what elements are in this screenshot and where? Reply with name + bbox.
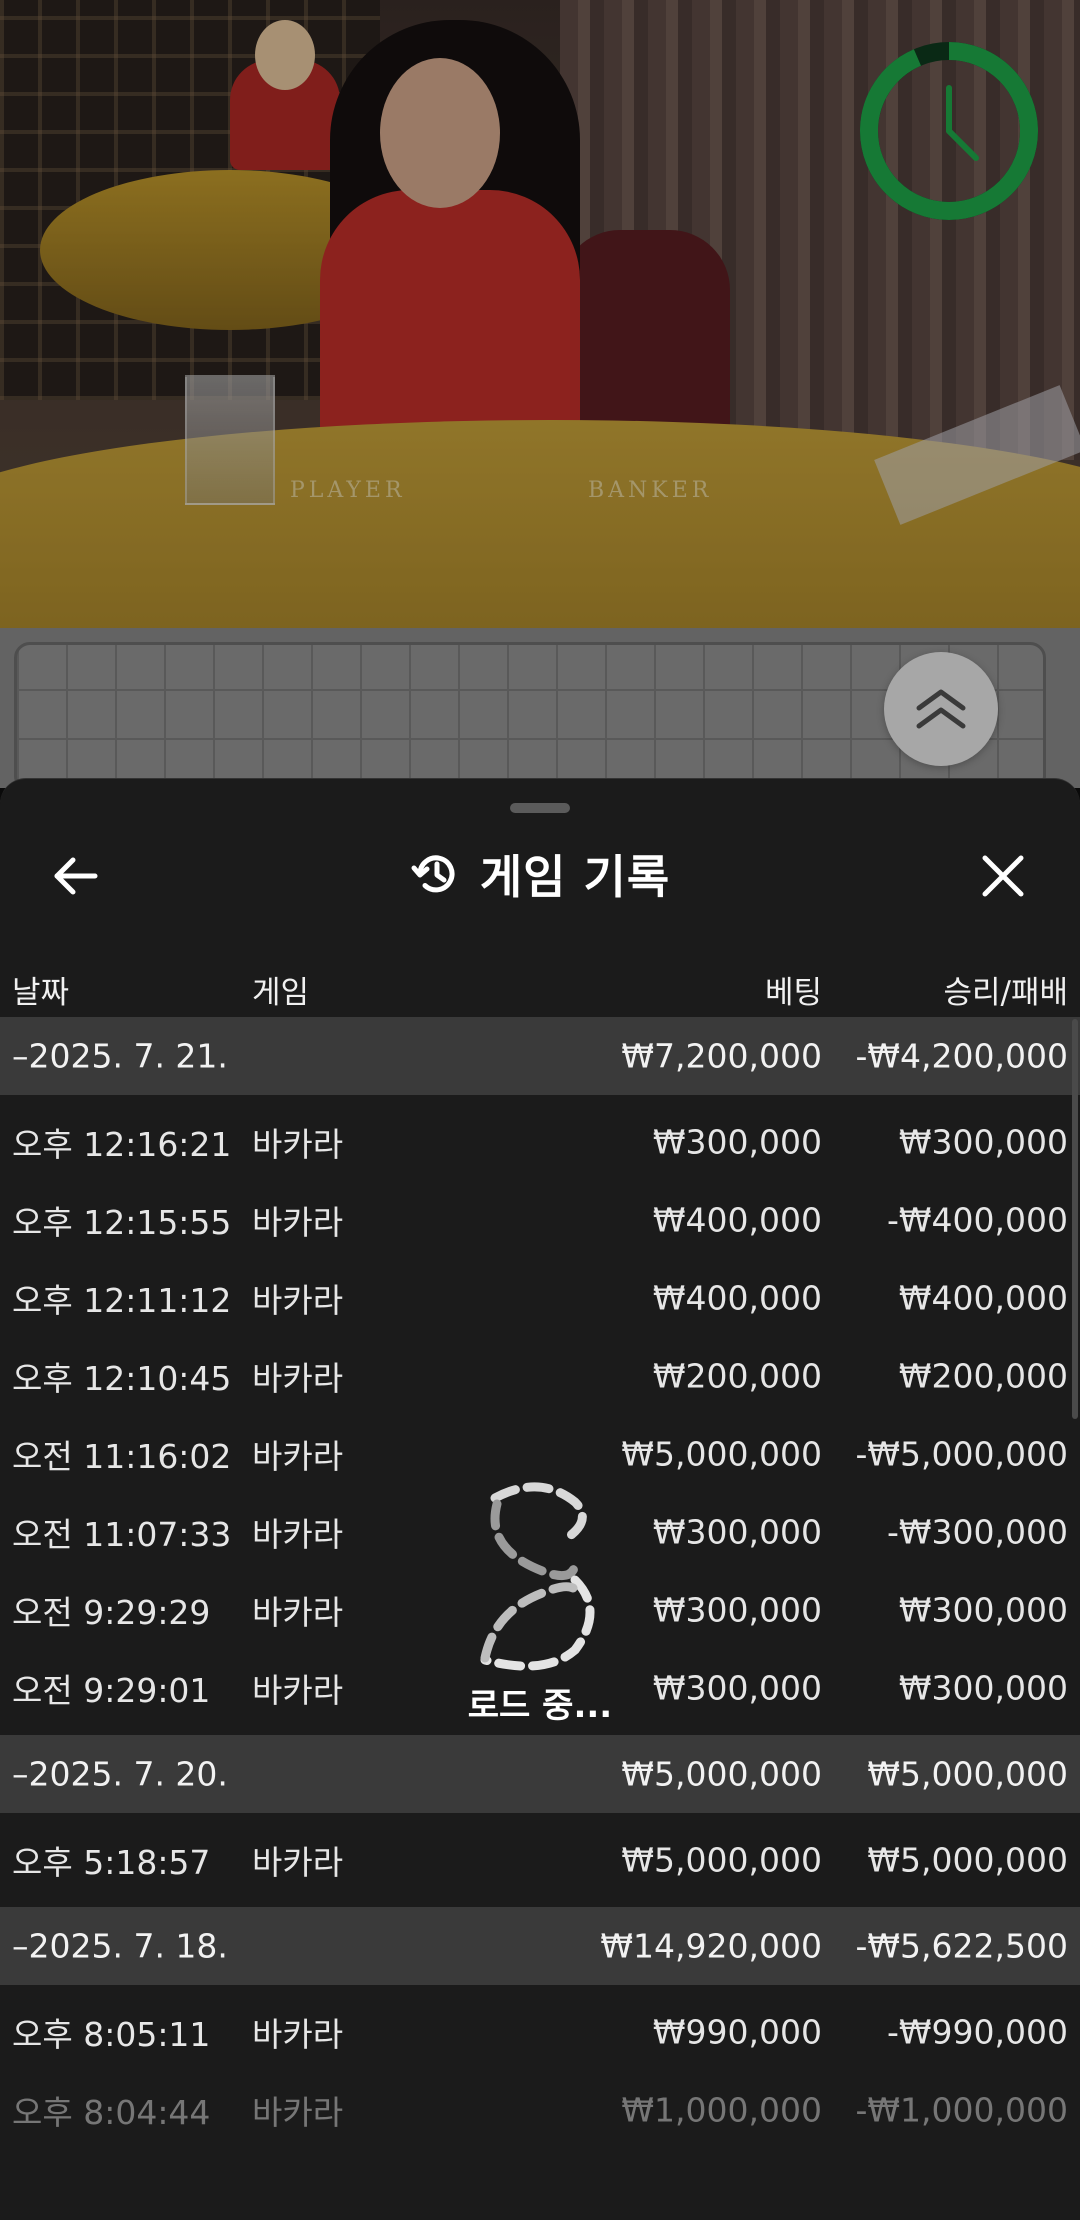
- group-win-loss-total: -₩4,200,000: [855, 1036, 1069, 1076]
- row-time: 오전 11:07:33: [12, 1515, 232, 1554]
- row-time: 오전 9:29:01: [12, 1671, 211, 1710]
- group-win-loss-total: -₩5,622,500: [855, 1926, 1069, 1966]
- row-game: 바카라: [252, 1593, 344, 1632]
- group-win-loss-total: ₩5,000,000: [867, 1754, 1068, 1794]
- collapse-button[interactable]: [884, 652, 998, 766]
- history-clock-icon: [411, 855, 455, 893]
- row-time: 오후 12:16:21: [12, 1125, 232, 1164]
- loading-spinner-icon: [480, 1482, 595, 1671]
- group-date: –2025. 7. 18.: [12, 1926, 228, 1966]
- row-game: 바카라: [252, 1437, 344, 1476]
- row-bet: ₩400,000: [652, 1278, 822, 1318]
- row-win-loss: ₩200,000: [898, 1356, 1068, 1396]
- row-time: 오후 12:10:45: [12, 1359, 232, 1398]
- row-win-loss: ₩400,000: [898, 1278, 1068, 1318]
- app-root: PLAYER BANKER 게임 기록 날짜 게임 베팅 승리/패배 –2025…: [0, 0, 1080, 2220]
- row-time: 오전 9:29:29: [12, 1593, 211, 1632]
- back-button[interactable]: [40, 841, 110, 911]
- row-game: 바카라: [252, 2093, 344, 2132]
- row-game: 바카라: [252, 1843, 344, 1882]
- sheet-title: 게임 기록: [479, 850, 671, 904]
- group-date: –2025. 7. 20.: [12, 1754, 228, 1794]
- row-win-loss: -₩5,000,000: [855, 1434, 1069, 1474]
- row-bet: ₩300,000: [652, 1668, 822, 1708]
- row-bet: ₩300,000: [652, 1512, 822, 1552]
- row-win-loss: -₩400,000: [886, 1200, 1068, 1240]
- column-header-date: 날짜: [12, 975, 70, 1011]
- history-row[interactable]: 오후 12:16:21 바카라 ₩300,000 ₩300,000: [0, 1103, 1080, 1181]
- row-bet: ₩300,000: [652, 1122, 822, 1162]
- list-scrollbar[interactable]: [1072, 1019, 1078, 1419]
- row-bet: ₩300,000: [652, 1590, 822, 1630]
- history-row[interactable]: 오후 12:10:45 바카라 ₩200,000 ₩200,000: [0, 1337, 1080, 1415]
- date-group-row[interactable]: –2025. 7. 18. ₩14,920,000 -₩5,622,500: [0, 1907, 1080, 1985]
- row-bet: ₩400,000: [652, 1200, 822, 1240]
- row-time: 오전 11:16:02: [12, 1437, 232, 1476]
- row-game: 바카라: [252, 2015, 344, 2054]
- row-bet: ₩5,000,000: [621, 1840, 822, 1880]
- close-icon: [982, 855, 1024, 897]
- row-win-loss: ₩300,000: [898, 1590, 1068, 1630]
- row-bet: ₩990,000: [652, 2012, 822, 2052]
- history-row[interactable]: 오후 8:05:11 바카라 ₩990,000 -₩990,000: [0, 1993, 1080, 2071]
- row-bet: ₩1,000,000: [621, 2090, 822, 2130]
- row-win-loss: ₩300,000: [898, 1122, 1068, 1162]
- drag-handle[interactable]: [510, 803, 570, 813]
- column-headers: 날짜 게임 베팅 승리/패배: [0, 949, 1080, 1019]
- row-bet: ₩5,000,000: [621, 1434, 822, 1474]
- group-bet-total: ₩7,200,000: [621, 1036, 822, 1076]
- sheet-header: 게임 기록: [0, 819, 1080, 929]
- row-win-loss: ₩300,000: [898, 1668, 1068, 1708]
- history-row[interactable]: 오후 12:15:55 바카라 ₩400,000 -₩400,000: [0, 1181, 1080, 1259]
- history-row[interactable]: 오후 5:18:57 바카라 ₩5,000,000 ₩5,000,000: [0, 1821, 1080, 1899]
- row-time: 오후 8:05:11: [12, 2015, 211, 2054]
- row-game: 바카라: [252, 1359, 344, 1398]
- row-time: 오후 12:15:55: [12, 1203, 232, 1242]
- group-date: –2025. 7. 21.: [12, 1036, 228, 1076]
- row-win-loss: -₩1,000,000: [855, 2090, 1069, 2130]
- row-game: 바카라: [252, 1281, 344, 1320]
- loading-text: 로드 중...: [467, 1686, 613, 1726]
- close-button[interactable]: [968, 841, 1038, 911]
- double-chevron-up-icon: [916, 689, 966, 729]
- row-time: 오후 8:04:44: [12, 2093, 211, 2132]
- row-bet: ₩200,000: [652, 1356, 822, 1396]
- row-game: 바카라: [252, 1125, 344, 1164]
- row-game: 바카라: [252, 1203, 344, 1242]
- row-win-loss: -₩300,000: [886, 1512, 1068, 1552]
- date-group-row[interactable]: –2025. 7. 21. ₩7,200,000 -₩4,200,000: [0, 1017, 1080, 1095]
- group-bet-total: ₩14,920,000: [600, 1926, 822, 1966]
- history-row[interactable]: 오후 8:04:44 바카라 ₩1,000,000 -₩1,000,000: [0, 2071, 1080, 2149]
- row-time: 오후 5:18:57: [12, 1843, 211, 1882]
- row-time: 오후 12:11:12: [12, 1281, 232, 1320]
- title-group: 게임 기록: [0, 819, 1080, 929]
- column-header-win-loss: 승리/패배: [943, 975, 1068, 1011]
- row-win-loss: ₩5,000,000: [867, 1840, 1068, 1880]
- row-game: 바카라: [252, 1671, 344, 1710]
- row-game: 바카라: [252, 1515, 344, 1554]
- group-bet-total: ₩5,000,000: [621, 1754, 822, 1794]
- row-win-loss: -₩990,000: [886, 2012, 1068, 2052]
- column-header-game: 게임: [252, 975, 310, 1011]
- arrow-left-icon: [54, 857, 98, 895]
- history-row[interactable]: 오후 12:11:12 바카라 ₩400,000 ₩400,000: [0, 1259, 1080, 1337]
- column-header-bet: 베팅: [764, 975, 822, 1011]
- date-group-row[interactable]: –2025. 7. 20. ₩5,000,000 ₩5,000,000: [0, 1735, 1080, 1813]
